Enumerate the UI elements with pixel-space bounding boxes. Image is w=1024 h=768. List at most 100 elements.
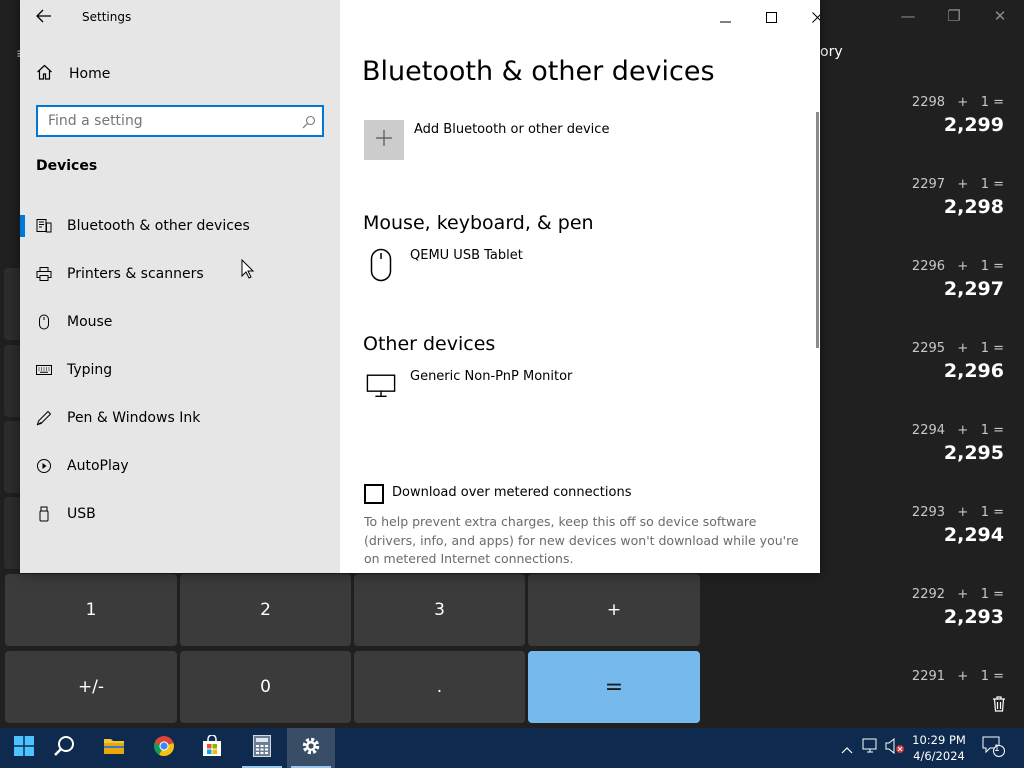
bluetooth-devices-icon bbox=[36, 218, 52, 234]
mouse-cursor-icon bbox=[241, 258, 255, 283]
page-title: Bluetooth & other devices bbox=[362, 56, 715, 87]
search-icon[interactable] bbox=[302, 114, 316, 133]
history-item[interactable]: 2295 + 1 = 2,296 bbox=[912, 340, 1004, 384]
history-item[interactable]: 2298 + 1 = 2,299 bbox=[912, 94, 1004, 138]
settings-sidebar: Settings Home Devices Bluetooth & other … bbox=[20, 0, 340, 573]
maximize-button[interactable] bbox=[748, 0, 794, 34]
action-center-button[interactable]: 1 bbox=[978, 728, 1008, 768]
calc-key-partial[interactable] bbox=[4, 497, 20, 569]
history-item[interactable]: 2292 + 1 = 2,293 bbox=[912, 586, 1004, 630]
history-item[interactable]: 2291 + 1 = bbox=[912, 668, 1004, 682]
calc-restore-button[interactable]: ❐ bbox=[931, 4, 977, 28]
minimize-button[interactable] bbox=[702, 0, 748, 34]
file-explorer-icon bbox=[103, 737, 125, 759]
history-result: 2,296 bbox=[943, 360, 1004, 382]
settings-content: Bluetooth & other devices Add Bluetooth … bbox=[340, 0, 820, 573]
taskbar-file-explorer[interactable] bbox=[90, 728, 138, 768]
metered-checkbox[interactable] bbox=[364, 484, 384, 504]
history-item[interactable]: 2296 + 1 = 2,297 bbox=[912, 258, 1004, 302]
nav-label: Pen & Windows Ink bbox=[67, 410, 201, 426]
notification-icon bbox=[981, 735, 1005, 761]
taskbar-chrome[interactable] bbox=[140, 728, 188, 768]
nav-item-usb[interactable]: USB bbox=[20, 494, 340, 534]
plus-icon bbox=[375, 129, 393, 151]
nav-item-bluetooth[interactable]: Bluetooth & other devices bbox=[20, 206, 340, 246]
history-item[interactable]: 2297 + 1 = 2,298 bbox=[912, 176, 1004, 220]
search-input[interactable] bbox=[38, 107, 288, 135]
nav-item-printers[interactable]: Printers & scanners bbox=[20, 254, 340, 294]
keyboard-icon bbox=[36, 362, 52, 378]
metered-checkbox-label[interactable]: Download over metered connections bbox=[392, 485, 631, 500]
calc-key-partial[interactable] bbox=[4, 268, 20, 340]
history-result: 2,293 bbox=[943, 606, 1004, 628]
nav-item-mouse[interactable]: Mouse bbox=[20, 302, 340, 342]
calc-minimize-button[interactable]: — bbox=[885, 4, 931, 28]
taskbar-settings[interactable] bbox=[287, 728, 335, 768]
calc-key-partial[interactable] bbox=[4, 345, 20, 417]
key-2[interactable]: 2 bbox=[180, 574, 351, 646]
search-icon bbox=[53, 735, 75, 761]
key-decimal[interactable]: . bbox=[354, 651, 525, 723]
nav-label: USB bbox=[67, 506, 96, 522]
history-expression: 2293 + 1 = bbox=[911, 505, 1004, 520]
history-item[interactable]: 2294 + 1 = 2,295 bbox=[912, 422, 1004, 466]
key-plus[interactable]: + bbox=[528, 574, 700, 646]
autoplay-icon bbox=[36, 458, 52, 474]
notification-count-badge: 1 bbox=[994, 744, 1000, 754]
network-icon bbox=[862, 738, 880, 758]
taskbar-calculator[interactable] bbox=[238, 728, 286, 768]
nav-label: Mouse bbox=[67, 314, 113, 330]
close-button[interactable] bbox=[794, 0, 820, 34]
history-expression: 2295 + 1 = bbox=[911, 341, 1004, 356]
nav-label: Printers & scanners bbox=[67, 266, 204, 282]
network-tray-button[interactable] bbox=[860, 728, 882, 768]
key-equals[interactable]: = bbox=[528, 651, 700, 723]
nav-item-typing[interactable]: Typing bbox=[20, 350, 340, 390]
back-button[interactable] bbox=[32, 6, 56, 28]
windows-start-icon bbox=[14, 736, 34, 760]
maximize-icon bbox=[765, 8, 777, 27]
taskbar-clock[interactable]: 10:29 PM 4/6/2024 bbox=[905, 732, 973, 764]
add-device-button[interactable] bbox=[364, 120, 404, 160]
history-expression: 2298 + 1 = bbox=[911, 95, 1004, 110]
device-item-qemu[interactable]: QEMU USB Tablet bbox=[410, 248, 523, 263]
history-item[interactable]: 2293 + 1 = 2,294 bbox=[912, 504, 1004, 548]
group-heading-other: Other devices bbox=[363, 333, 496, 355]
chrome-icon bbox=[153, 735, 175, 761]
calc-close-button[interactable]: ✕ bbox=[977, 4, 1023, 28]
show-hidden-icons-button[interactable] bbox=[838, 728, 856, 768]
history-result: 2,295 bbox=[943, 442, 1004, 464]
minimize-icon bbox=[719, 8, 731, 27]
home-link[interactable]: Home bbox=[36, 62, 110, 86]
nav-item-autoplay[interactable]: AutoPlay bbox=[20, 446, 340, 486]
calc-history-title[interactable]: ory bbox=[820, 44, 843, 60]
calc-key-partial[interactable] bbox=[4, 421, 20, 493]
history-result: 2,297 bbox=[943, 278, 1004, 300]
nav-label: Typing bbox=[67, 362, 113, 378]
search-box[interactable] bbox=[36, 105, 324, 137]
monitor-icon bbox=[366, 369, 396, 403]
volume-muted-icon bbox=[885, 737, 905, 758]
key-0[interactable]: 0 bbox=[180, 651, 351, 723]
history-result: 2,294 bbox=[943, 524, 1004, 546]
nav-label: Bluetooth & other devices bbox=[67, 218, 250, 234]
taskbar-search-button[interactable] bbox=[40, 728, 88, 768]
taskbar-store[interactable] bbox=[188, 728, 236, 768]
scrollbar-thumb[interactable] bbox=[816, 112, 819, 348]
mouse-icon bbox=[366, 248, 396, 282]
key-1[interactable]: 1 bbox=[5, 574, 177, 646]
back-arrow-icon bbox=[36, 8, 52, 27]
device-item-monitor[interactable]: Generic Non-PnP Monitor bbox=[410, 369, 572, 384]
printer-icon bbox=[36, 266, 52, 282]
key-3[interactable]: 3 bbox=[354, 574, 525, 646]
section-label: Devices bbox=[36, 158, 98, 174]
key-negate[interactable]: +/- bbox=[5, 651, 177, 723]
nav-item-pen[interactable]: Pen & Windows Ink bbox=[20, 398, 340, 438]
volume-tray-button[interactable] bbox=[884, 728, 906, 768]
history-expression: 2291 + 1 = bbox=[911, 669, 1004, 682]
nav-label: AutoPlay bbox=[67, 458, 129, 474]
trash-icon[interactable] bbox=[989, 694, 1009, 714]
mouse-icon bbox=[36, 314, 52, 330]
usb-icon bbox=[36, 506, 52, 522]
add-device-label[interactable]: Add Bluetooth or other device bbox=[414, 122, 609, 137]
